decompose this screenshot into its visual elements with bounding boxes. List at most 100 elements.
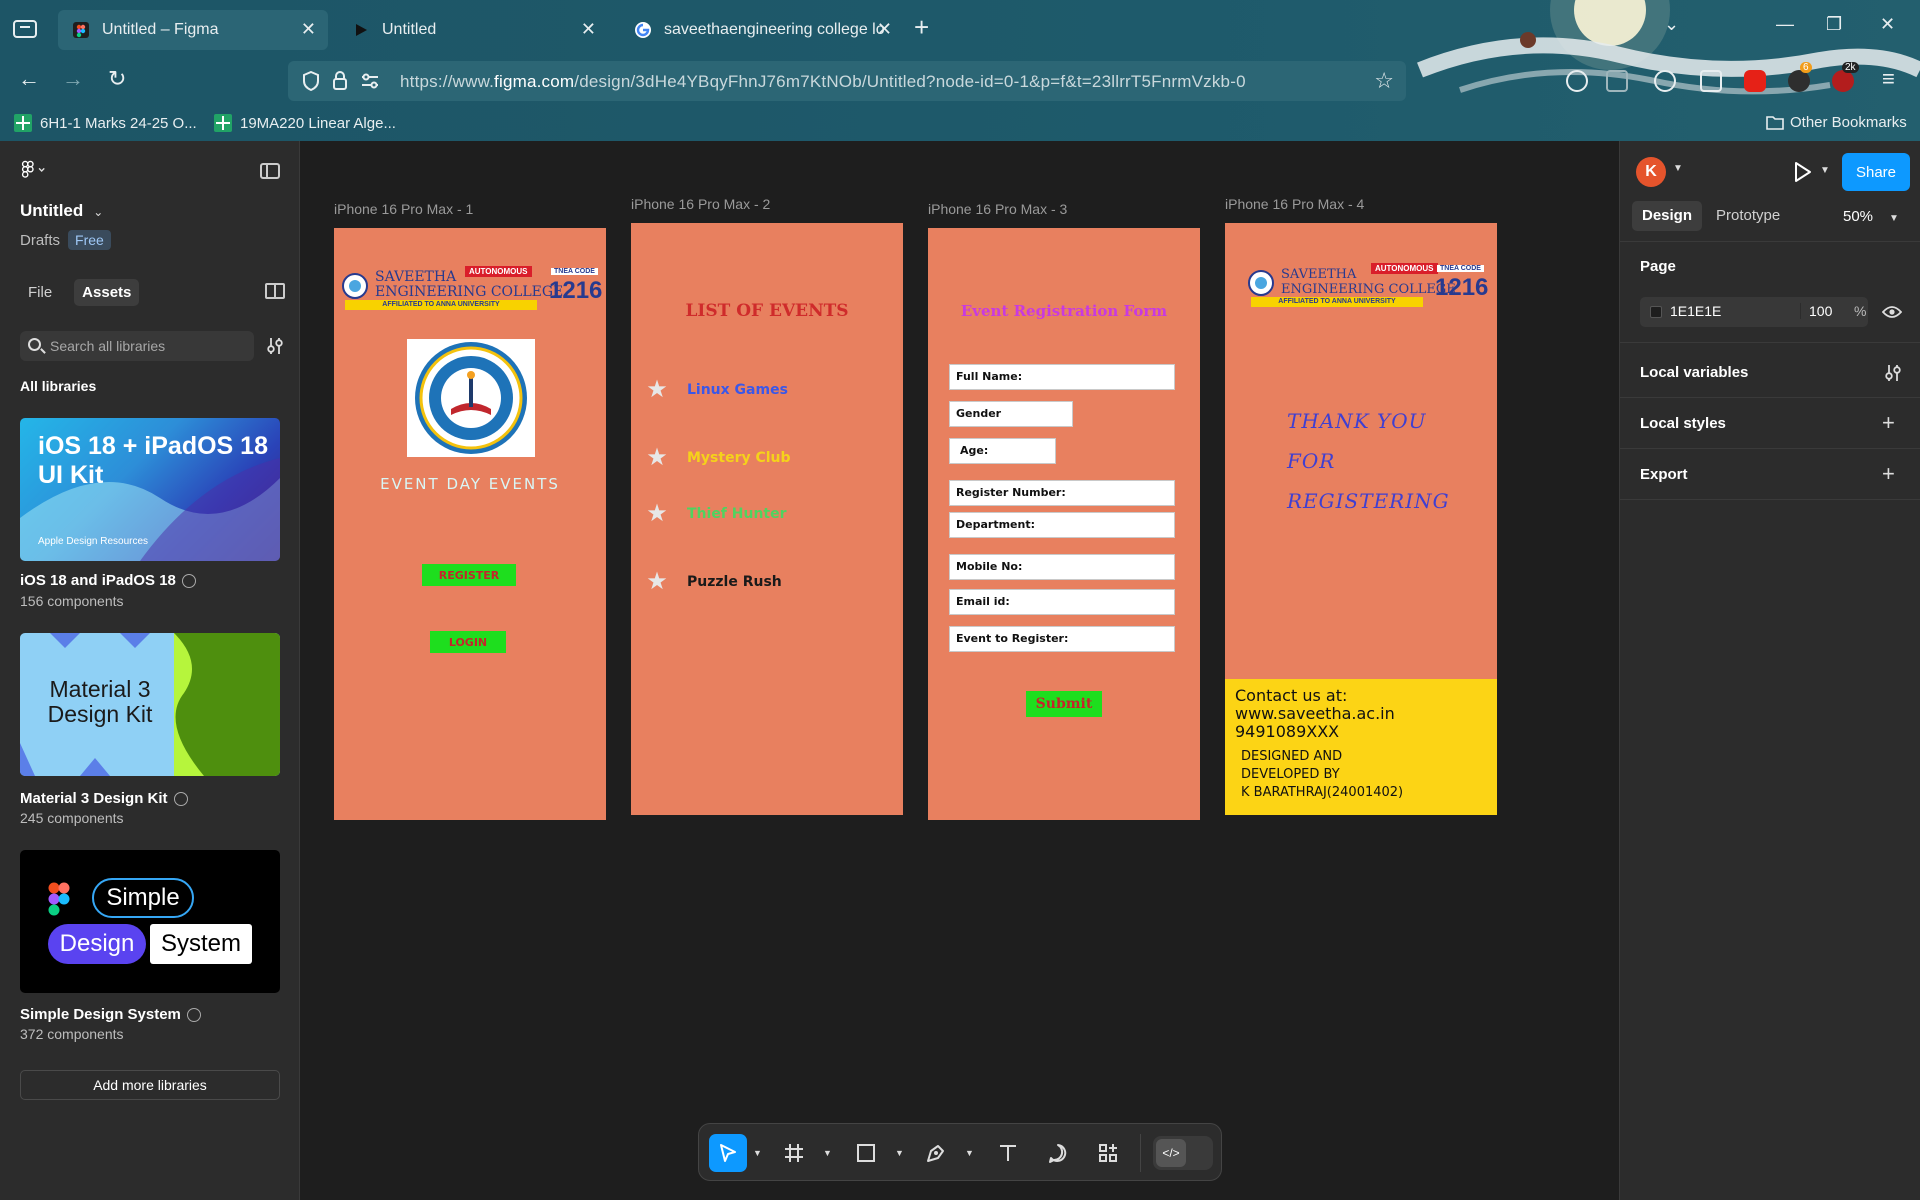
site-permissions-icon[interactable] <box>360 73 380 89</box>
shield-icon[interactable] <box>302 71 320 91</box>
add-more-libraries-button[interactable]: Add more libraries <box>20 1070 280 1100</box>
url-text[interactable]: https://www.figma.com/design/3dHe4YBqyFh… <box>400 72 1246 92</box>
move-tool[interactable] <box>709 1134 747 1172</box>
close-tab-icon[interactable]: ✕ <box>301 20 316 38</box>
chevron-down-icon[interactable]: ▼ <box>1820 165 1830 176</box>
present-play-icon[interactable] <box>1792 161 1812 183</box>
email-field[interactable]: Email id: <box>949 589 1175 615</box>
library-name[interactable]: Simple Design System <box>20 1006 201 1023</box>
bookmark-item[interactable]: 6H1-1 Marks 24-25 O... <box>14 114 197 132</box>
close-tab-icon[interactable]: ✕ <box>581 20 596 38</box>
figma-menu-icon[interactable] <box>20 159 46 183</box>
comment-tool[interactable] <box>1039 1134 1077 1172</box>
event-item[interactable]: ★ Mystery Club <box>645 443 790 472</box>
actions-tool[interactable] <box>1089 1134 1127 1172</box>
frame-tool[interactable] <box>775 1134 813 1172</box>
minimize-icon[interactable]: — <box>1776 14 1794 35</box>
tab-google[interactable]: saveethaengineering college lo ✕ <box>620 10 900 50</box>
avatar[interactable]: K <box>1636 157 1666 187</box>
library-name[interactable]: Material 3 Design Kit <box>20 790 188 807</box>
mobile-field[interactable]: Mobile No: <box>949 554 1175 580</box>
event-item[interactable]: ★ Thief Hunter <box>645 499 786 528</box>
color-swatch[interactable] <box>1650 306 1662 318</box>
eye-icon[interactable] <box>1882 305 1902 319</box>
tab-prototype[interactable]: Prototype <box>1706 201 1790 231</box>
new-tab-icon[interactable]: + <box>914 14 929 40</box>
submit-button[interactable]: Submit <box>1026 691 1102 717</box>
close-tab-icon[interactable]: ✕ <box>877 20 892 38</box>
event-to-register-field[interactable]: Event to Register: <box>949 626 1175 652</box>
address-bar[interactable]: https://www.figma.com/design/3dHe4YBqyFh… <box>288 61 1406 101</box>
export-heading[interactable]: Export <box>1640 466 1688 483</box>
chevron-down-icon[interactable]: ▼ <box>823 1148 832 1158</box>
local-variables-heading[interactable]: Local variables <box>1640 364 1748 381</box>
ext-badge-icon[interactable] <box>1788 70 1810 92</box>
toggle-ui-icon[interactable] <box>260 163 280 179</box>
filter-icon[interactable] <box>266 336 284 356</box>
age-field[interactable]: Age: <box>949 438 1056 464</box>
page-color-input[interactable]: 1E1E1E 100 % <box>1640 297 1868 327</box>
ext-stats-icon[interactable] <box>1832 70 1854 92</box>
register-button[interactable]: REGISTER <box>422 564 516 586</box>
reload-icon[interactable]: ↻ <box>108 66 126 92</box>
youtube-ext-icon[interactable] <box>1744 70 1766 92</box>
frame-label[interactable]: iPhone 16 Pro Max - 4 <box>1225 196 1364 212</box>
close-window-icon[interactable]: ✕ <box>1880 14 1895 35</box>
frame-label[interactable]: iPhone 16 Pro Max - 2 <box>631 196 770 212</box>
chevron-down-icon[interactable]: ▼ <box>895 1148 904 1158</box>
library-thumb-simple[interactable]: Simple Design System <box>20 850 280 993</box>
local-styles-heading[interactable]: Local styles <box>1640 415 1726 432</box>
other-bookmarks[interactable]: Other Bookmarks <box>1766 114 1907 131</box>
tab-design[interactable]: Design <box>1632 201 1703 231</box>
restore-icon[interactable]: ❐ <box>1826 14 1842 35</box>
event-item[interactable]: ★ Linux Games <box>645 375 788 404</box>
frame-label[interactable]: iPhone 16 Pro Max - 1 <box>334 201 473 217</box>
tab-tray-icon[interactable] <box>12 16 38 40</box>
register-number-field[interactable]: Register Number: <box>949 480 1175 506</box>
tab-assets[interactable]: Assets <box>74 279 140 306</box>
pocket-icon[interactable] <box>1566 70 1588 92</box>
chevron-down-icon[interactable]: ▼ <box>965 1148 974 1158</box>
department-field[interactable]: Department: <box>949 512 1175 538</box>
file-name[interactable]: Untitled ⌄ <box>20 201 103 221</box>
tab-untitled[interactable]: Untitled ✕ <box>338 10 608 50</box>
full-name-field[interactable]: Full Name: <box>949 364 1175 390</box>
location-label[interactable]: Drafts <box>20 232 60 249</box>
search-input[interactable] <box>50 336 245 356</box>
login-button[interactable]: LOGIN <box>430 631 506 653</box>
bookmark-star-icon[interactable]: ☆ <box>1374 68 1394 94</box>
share-button[interactable]: Share <box>1842 153 1910 191</box>
tab-figma[interactable]: Untitled – Figma ✕ <box>58 10 328 50</box>
bookmark-item[interactable]: 19MA220 Linear Alge... <box>214 114 396 132</box>
library-name[interactable]: iOS 18 and iPadOS 18 <box>20 572 196 589</box>
gender-field[interactable]: Gender <box>949 401 1073 427</box>
frame-label[interactable]: iPhone 16 Pro Max - 3 <box>928 201 1067 217</box>
add-export-icon[interactable]: + <box>1882 463 1895 485</box>
page-color-hex[interactable]: 1E1E1E <box>1670 303 1721 319</box>
extensions-icon[interactable] <box>1700 70 1722 92</box>
frame-4[interactable]: SAVEETHA ENGINEERING COLLEGE AUTONOMOUS A… <box>1225 223 1497 815</box>
forward-icon[interactable]: → <box>62 66 84 92</box>
text-tool[interactable] <box>989 1134 1027 1172</box>
frame-1[interactable]: SAVEETHA ENGINEERING COLLEGE AUTONOMOUS A… <box>334 228 606 820</box>
menu-icon[interactable]: ≡ <box>1882 66 1895 92</box>
downloads-icon[interactable] <box>1606 70 1628 92</box>
back-icon[interactable]: ← <box>18 66 40 92</box>
library-thumb-material[interactable]: Material 3 Design Kit <box>20 633 280 776</box>
chevron-down-icon[interactable]: ▼ <box>1673 163 1683 174</box>
account-icon[interactable] <box>1654 70 1676 92</box>
pen-tool[interactable] <box>917 1134 955 1172</box>
lock-icon[interactable] <box>332 70 348 90</box>
design-canvas[interactable]: iPhone 16 Pro Max - 1 SAVEETHA ENGINEERIN… <box>301 141 1619 1200</box>
chevron-down-icon[interactable]: ▼ <box>753 1148 762 1158</box>
zoom-control[interactable]: 50% ▼ <box>1843 208 1899 225</box>
dev-mode-toggle[interactable]: </> <box>1153 1136 1213 1170</box>
frame-2[interactable]: LIST OF EVENTS ★ Linux Games ★ Mystery Clu… <box>631 223 903 815</box>
add-style-icon[interactable]: + <box>1882 412 1895 434</box>
frame-3[interactable]: Event Registration Form Full Name: Gende… <box>928 228 1200 820</box>
tab-file[interactable]: File <box>20 279 60 306</box>
page-opacity[interactable]: 100 <box>1800 303 1832 319</box>
shape-tool[interactable] <box>847 1134 885 1172</box>
event-item[interactable]: ★ Puzzle Rush <box>645 567 782 596</box>
library-thumb-ios[interactable]: iOS 18 + iPadOS 18 UI Kit Apple Design R… <box>20 418 280 561</box>
